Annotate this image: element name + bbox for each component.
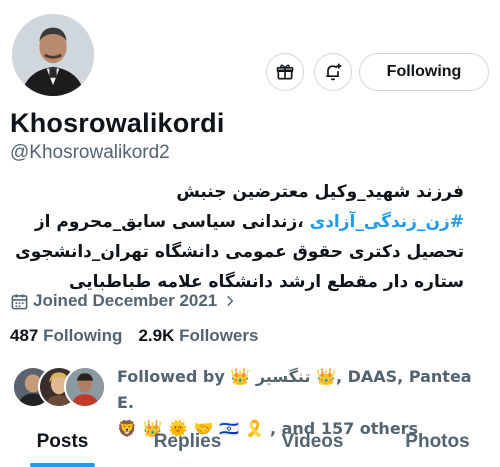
profile-tabs: Posts Replies Videos Photos bbox=[0, 420, 500, 467]
profile-bio: فرزند شهید_وکیل معترضین جنبش #زن_زندگی_آ… bbox=[8, 177, 464, 297]
display-name: Khosrowalikordi bbox=[10, 108, 225, 138]
follow-counts: 487 Following 2.9K Followers bbox=[10, 326, 258, 346]
profile-avatar[interactable] bbox=[8, 10, 98, 100]
followers-count: 2.9K bbox=[138, 326, 175, 345]
bio-line-3: تحصیل دکتری حقوق عمومی دانشگاه تهران_دان… bbox=[15, 242, 464, 262]
notify-button[interactable] bbox=[314, 53, 352, 91]
followed-by-line-1: Followed by 👑 تنگسیر 👑, DAAS, Pantea E. bbox=[117, 367, 472, 412]
following-count-link[interactable]: 487 Following bbox=[10, 326, 122, 346]
tab-posts[interactable]: Posts bbox=[0, 420, 125, 467]
tab-videos[interactable]: Videos bbox=[250, 420, 375, 467]
following-count-label: Following bbox=[43, 326, 123, 345]
following-button[interactable]: Following bbox=[359, 53, 489, 91]
joined-label: Joined December 2021 bbox=[33, 291, 218, 310]
bio-line-2-text: ،زندانی سیاسی سابق_محروم از bbox=[34, 212, 304, 232]
tab-photos[interactable]: Photos bbox=[375, 420, 500, 467]
bio-hashtag-link[interactable]: #زن_زندگی_آزادی bbox=[310, 212, 464, 232]
bio-line-1: فرزند شهید_وکیل معترضین جنبش bbox=[176, 182, 464, 202]
bell-plus-icon bbox=[326, 63, 342, 81]
mutual-followers-avatars[interactable] bbox=[12, 366, 107, 408]
user-handle: @Khosrowalikord2 bbox=[10, 142, 170, 163]
chevron-right-icon bbox=[227, 295, 234, 307]
tab-replies[interactable]: Replies bbox=[125, 420, 250, 467]
joined-date[interactable]: Joined December 2021 bbox=[10, 291, 241, 311]
followers-count-link[interactable]: 2.9K Followers bbox=[138, 326, 258, 346]
bio-line-2: #زن_زندگی_آزادی ،زندانی سیاسی سابق_محروم… bbox=[8, 207, 464, 237]
gift-button[interactable] bbox=[266, 53, 304, 91]
mutual-follower-avatar bbox=[64, 366, 106, 408]
gift-icon bbox=[276, 64, 294, 80]
calendar-icon bbox=[11, 293, 28, 309]
followers-count-label: Followers bbox=[179, 326, 259, 345]
following-count: 487 bbox=[10, 326, 39, 345]
